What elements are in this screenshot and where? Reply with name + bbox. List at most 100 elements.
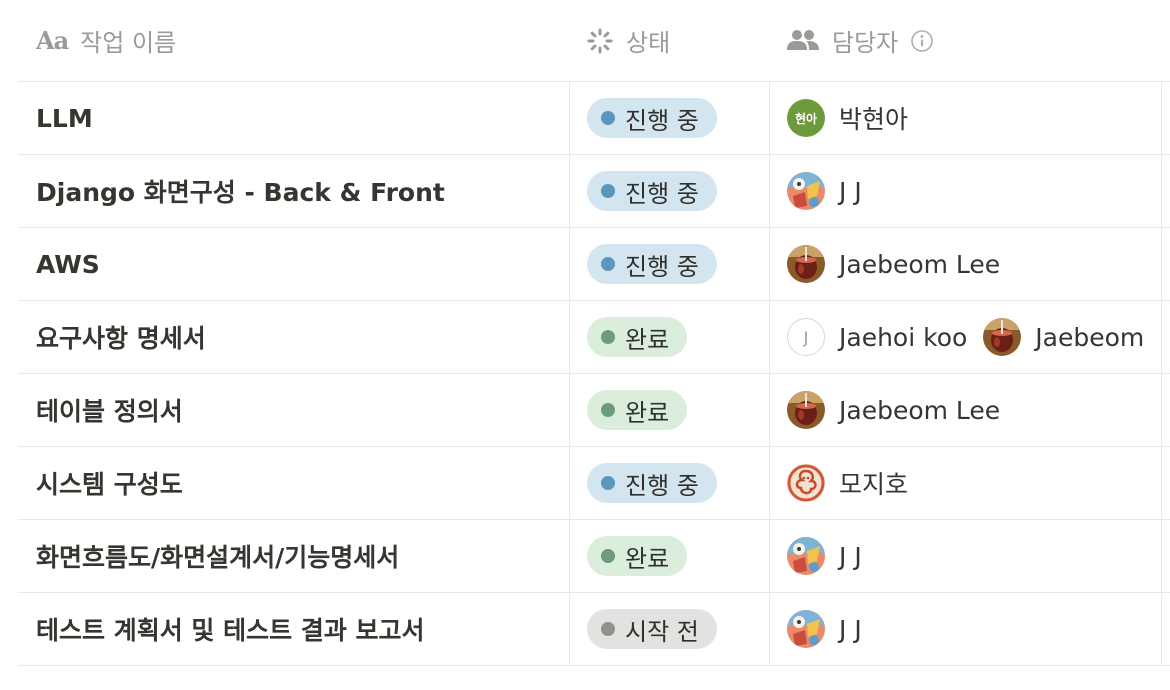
person-name: Jaebeom — [1035, 322, 1145, 352]
extra-cell — [1161, 520, 1170, 592]
table-row[interactable]: 테이블 정의서 완료 Jaebeom Lee — [18, 374, 1170, 447]
status-badge[interactable]: 진행 중 — [587, 171, 717, 211]
person-name: J J — [839, 541, 862, 571]
column-header-extra — [1161, 0, 1170, 81]
status-dot-icon — [601, 403, 615, 417]
extra-cell — [1161, 447, 1170, 519]
task-name[interactable]: 시스템 구성도 — [36, 465, 183, 501]
table-row[interactable]: Django 화면구성 - Back & Front 진행 중 J J — [18, 155, 1170, 228]
owner-cell[interactable]: J Jaehoi koo Jaebeom — [769, 301, 1161, 373]
column-header-name-label: 작업 이름 — [80, 29, 177, 57]
person-chip[interactable]: J J — [787, 537, 862, 575]
status-label: 진행 중 — [625, 252, 699, 281]
people-property-icon — [786, 28, 820, 54]
status-cell[interactable]: 시작 전 — [569, 593, 769, 665]
task-name[interactable]: 화면흐름도/화면설계서/기능명세서 — [36, 538, 399, 574]
extra-cell — [1161, 301, 1170, 373]
avatar-photo-drink-icon — [983, 318, 1022, 356]
task-name-cell[interactable]: LLM — [18, 82, 569, 154]
avatar: 현아 — [787, 99, 825, 137]
column-header-owner[interactable]: 담당자 — [769, 0, 1161, 81]
avatar-photo-pretzel-icon — [787, 464, 825, 502]
table-row[interactable]: AWS 진행 중 Jaebeom Lee — [18, 228, 1170, 301]
owner-cell[interactable]: J J — [769, 155, 1161, 227]
person-chip[interactable]: J Jaehoi koo — [787, 318, 967, 356]
status-label: 진행 중 — [625, 471, 699, 500]
extra-cell — [1161, 228, 1170, 300]
task-name-cell[interactable]: 테스트 계획서 및 테스트 결과 보고서 — [18, 593, 569, 665]
person-chip[interactable]: J J — [787, 172, 862, 210]
avatar: J — [787, 318, 825, 356]
task-name-cell[interactable]: 테이블 정의서 — [18, 374, 569, 446]
task-name[interactable]: 테스트 계획서 및 테스트 결과 보고서 — [36, 611, 425, 647]
info-icon[interactable] — [910, 29, 934, 53]
owner-cell[interactable]: 모지호 — [769, 447, 1161, 519]
avatar-photo-cartoon-icon — [787, 537, 825, 575]
task-table: Aa 작업 이름 상태 담당자 LLM 진행 중 현아 박현아 Django 화… — [18, 0, 1170, 666]
status-cell[interactable]: 완료 — [569, 520, 769, 592]
person-chip[interactable]: 모지호 — [787, 464, 908, 502]
task-name[interactable]: 테이블 정의서 — [36, 392, 183, 428]
status-cell[interactable]: 진행 중 — [569, 155, 769, 227]
person-chip[interactable]: Jaebeom Lee — [787, 245, 1000, 283]
status-cell[interactable]: 완료 — [569, 301, 769, 373]
owner-cell[interactable]: 현아 박현아 — [769, 82, 1161, 154]
status-badge[interactable]: 시작 전 — [587, 609, 717, 649]
table-row[interactable]: 테스트 계획서 및 테스트 결과 보고서 시작 전 J J — [18, 593, 1170, 666]
column-header-name[interactable]: Aa 작업 이름 — [18, 0, 569, 81]
status-badge[interactable]: 진행 중 — [587, 463, 717, 503]
extra-cell — [1161, 374, 1170, 446]
task-name[interactable]: AWS — [36, 250, 100, 279]
owner-cell[interactable]: J J — [769, 520, 1161, 592]
table-row[interactable]: LLM 진행 중 현아 박현아 — [18, 82, 1170, 155]
status-label: 완료 — [625, 544, 670, 573]
status-label: 완료 — [625, 398, 670, 427]
person-chip[interactable]: 현아 박현아 — [787, 99, 908, 137]
person-chip[interactable]: Jaebeom — [983, 318, 1144, 356]
status-badge[interactable]: 완료 — [587, 536, 688, 576]
status-label: 진행 중 — [625, 179, 699, 208]
status-property-icon — [586, 27, 614, 55]
status-cell[interactable]: 진행 중 — [569, 228, 769, 300]
extra-cell — [1161, 155, 1170, 227]
table-row[interactable]: 시스템 구성도 진행 중 모지호 — [18, 447, 1170, 520]
extra-cell — [1161, 593, 1170, 665]
status-badge[interactable]: 완료 — [587, 390, 688, 430]
extra-cell — [1161, 82, 1170, 154]
table-row[interactable]: 요구사항 명세서 완료 J Jaehoi koo Jaebeom — [18, 301, 1170, 374]
task-name-cell[interactable]: 시스템 구성도 — [18, 447, 569, 519]
status-label: 시작 전 — [625, 617, 699, 646]
table-header: Aa 작업 이름 상태 담당자 — [18, 0, 1170, 82]
table-body: LLM 진행 중 현아 박현아 Django 화면구성 - Back & Front 진행… — [18, 82, 1170, 666]
task-name[interactable]: Django 화면구성 - Back & Front — [36, 173, 445, 209]
column-header-status[interactable]: 상태 — [569, 0, 769, 81]
status-cell[interactable]: 진행 중 — [569, 447, 769, 519]
column-header-owner-label: 담당자 — [832, 29, 899, 57]
avatar-photo-drink-icon — [787, 391, 825, 429]
task-name-cell[interactable]: 화면흐름도/화면설계서/기능명세서 — [18, 520, 569, 592]
person-name: 박현아 — [839, 105, 909, 134]
owner-cell[interactable]: Jaebeom Lee — [769, 374, 1161, 446]
task-name-cell[interactable]: Django 화면구성 - Back & Front — [18, 155, 569, 227]
owner-cell[interactable]: J J — [769, 593, 1161, 665]
status-badge[interactable]: 진행 중 — [587, 244, 717, 284]
task-name[interactable]: 요구사항 명세서 — [36, 319, 206, 355]
status-cell[interactable]: 진행 중 — [569, 82, 769, 154]
column-header-status-label: 상태 — [626, 29, 671, 57]
status-cell[interactable]: 완료 — [569, 374, 769, 446]
status-label: 진행 중 — [625, 106, 699, 135]
person-name: Jaebeom Lee — [839, 249, 1001, 279]
status-badge[interactable]: 완료 — [587, 317, 688, 357]
task-name-cell[interactable]: 요구사항 명세서 — [18, 301, 569, 373]
person-name: J J — [839, 176, 862, 206]
status-dot-icon — [601, 549, 615, 563]
table-row[interactable]: 화면흐름도/화면설계서/기능명세서 완료 J J — [18, 520, 1170, 593]
status-badge[interactable]: 진행 중 — [587, 98, 717, 138]
person-chip[interactable]: J J — [787, 610, 862, 648]
owner-cell[interactable]: Jaebeom Lee — [769, 228, 1161, 300]
status-dot-icon — [601, 476, 615, 490]
person-chip[interactable]: Jaebeom Lee — [787, 391, 1000, 429]
task-name[interactable]: LLM — [36, 104, 93, 133]
person-name: Jaehoi koo — [839, 322, 968, 352]
task-name-cell[interactable]: AWS — [18, 228, 569, 300]
